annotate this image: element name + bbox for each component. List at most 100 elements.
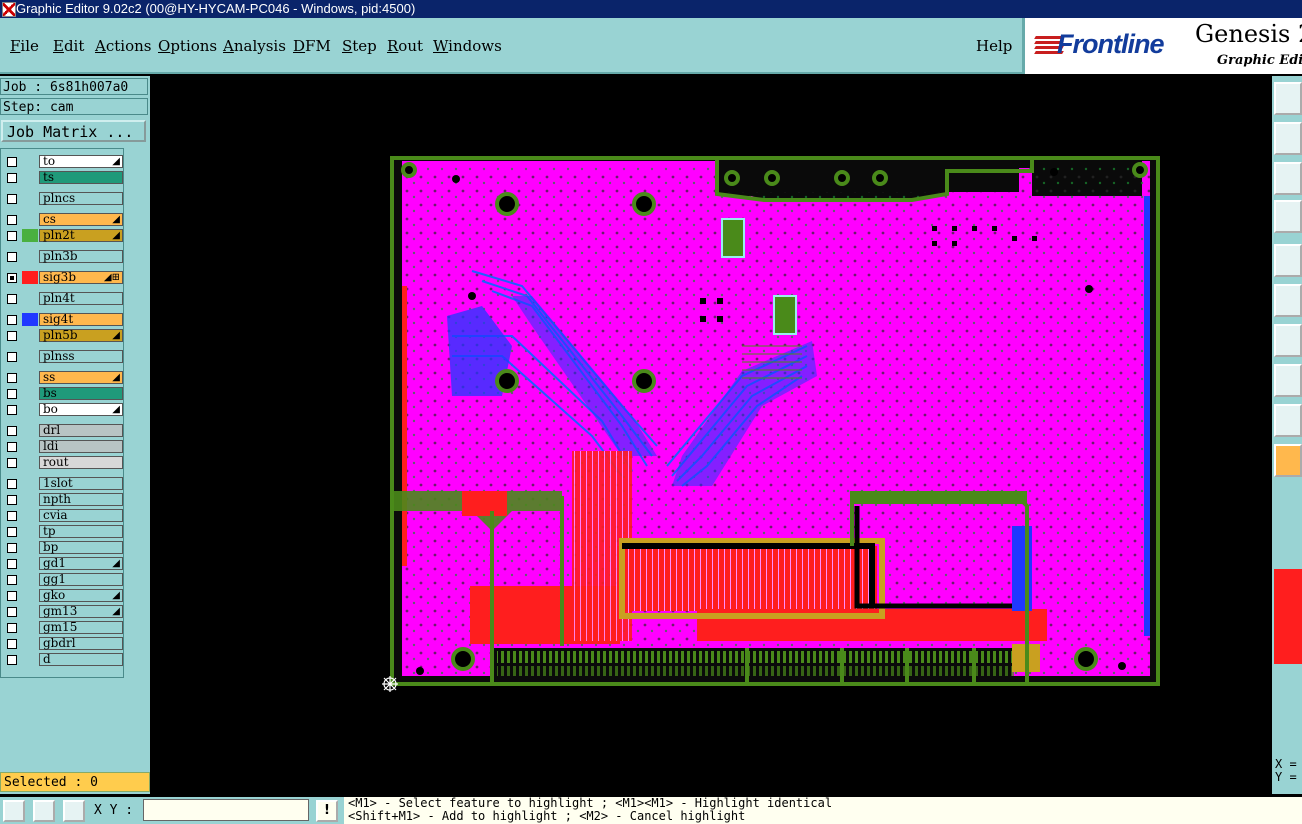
layer-checkbox[interactable] <box>7 405 17 415</box>
layer-name[interactable]: to ◢ <box>39 155 123 168</box>
layer-name[interactable]: 1slot <box>39 477 123 490</box>
layer-name[interactable]: gd1 ◢ <box>39 557 123 570</box>
layer-row-gm15[interactable]: gm15 <box>5 621 123 634</box>
layer-row-gm13[interactable]: gm13 ◢ <box>5 605 123 618</box>
layer-name[interactable]: gg1 <box>39 573 123 586</box>
layer-row-to[interactable]: to ◢ <box>5 155 123 168</box>
measure-angle-icon[interactable] <box>33 800 55 822</box>
layer-checkbox[interactable] <box>7 157 17 167</box>
menu-edit[interactable]: Edit <box>53 37 84 55</box>
tool-snap-icon[interactable] <box>1274 122 1302 155</box>
layer-checkbox[interactable] <box>7 426 17 436</box>
layer-color-swatch[interactable] <box>22 509 38 522</box>
tool-net-icon[interactable] <box>1274 284 1302 317</box>
layer-name[interactable]: drl <box>39 424 123 437</box>
layer-color-swatch[interactable] <box>22 329 38 342</box>
message-icon[interactable]: ! <box>316 800 338 822</box>
layer-checkbox[interactable] <box>7 527 17 537</box>
layer-name[interactable]: sig4t <box>39 313 123 326</box>
layer-row-rout[interactable]: rout <box>5 456 123 469</box>
layer-name[interactable]: sig3b ◢⊞ <box>39 271 123 284</box>
layer-checkbox[interactable] <box>7 575 17 585</box>
layer-checkbox[interactable] <box>7 495 17 505</box>
layer-row-pln3b[interactable]: pln3b <box>5 250 123 263</box>
layer-name[interactable]: ss ◢ <box>39 371 123 384</box>
layer-color-swatch[interactable] <box>22 621 38 634</box>
tool-drc-icon[interactable] <box>1274 324 1302 357</box>
layer-color-swatch[interactable] <box>22 387 38 400</box>
layer-name[interactable]: bp <box>39 541 123 554</box>
layer-checkbox[interactable] <box>7 479 17 489</box>
layer-checkbox[interactable] <box>7 639 17 649</box>
layer-row-plncs[interactable]: plncs <box>5 192 123 205</box>
layer-row-sig4t[interactable]: sig4t <box>5 313 123 326</box>
layer-row-cs[interactable]: cs ◢ <box>5 213 123 226</box>
layer-name[interactable]: npth <box>39 493 123 506</box>
layer-checkbox[interactable] <box>7 623 17 633</box>
layer-row-gbdrl[interactable]: gbdrl <box>5 637 123 650</box>
layer-checkbox[interactable] <box>7 559 17 569</box>
layer-color-swatch[interactable] <box>22 192 38 205</box>
menu-actions[interactable]: Actions <box>95 37 151 55</box>
layer-color-swatch[interactable] <box>22 350 38 363</box>
layer-color-swatch[interactable] <box>22 229 38 242</box>
layer-name[interactable]: bo ◢ <box>39 403 123 416</box>
layer-name[interactable]: pln3b <box>39 250 123 263</box>
layer-checkbox[interactable] <box>7 352 17 362</box>
layer-name[interactable]: gko ◢ <box>39 589 123 602</box>
layer-color-swatch[interactable] <box>22 637 38 650</box>
layer-checkbox[interactable] <box>7 331 17 341</box>
layer-checkbox[interactable] <box>7 442 17 452</box>
layer-color-swatch[interactable] <box>22 493 38 506</box>
graphic-canvas[interactable] <box>152 76 1272 794</box>
layer-color-swatch[interactable] <box>22 541 38 554</box>
layer-name[interactable]: gbdrl <box>39 637 123 650</box>
layer-color-swatch[interactable] <box>22 605 38 618</box>
layer-checkbox[interactable] <box>7 294 17 304</box>
layer-name[interactable]: gm13 ◢ <box>39 605 123 618</box>
layer-row-sig3b[interactable]: sig3b ◢⊞ <box>5 271 123 284</box>
layer-row-bp[interactable]: bp <box>5 541 123 554</box>
layer-checkbox[interactable] <box>7 194 17 204</box>
layer-row-gko[interactable]: gko ◢ <box>5 589 123 602</box>
tool-layer-icon[interactable] <box>1274 364 1302 397</box>
layer-row-bs[interactable]: bs <box>5 387 123 400</box>
menu-dfm[interactable]: DFM <box>293 37 331 55</box>
layer-color-swatch[interactable] <box>22 271 38 284</box>
layer-checkbox[interactable] <box>7 173 17 183</box>
job-matrix-button[interactable]: Job Matrix ... <box>1 120 146 142</box>
layer-row-pln4t[interactable]: pln4t <box>5 292 123 305</box>
menu-file[interactable]: File <box>10 37 39 55</box>
layer-checkbox[interactable] <box>7 252 17 262</box>
layer-color-swatch[interactable] <box>22 171 38 184</box>
layer-row-drl[interactable]: drl <box>5 424 123 437</box>
layer-color-swatch[interactable] <box>22 456 38 469</box>
layer-name[interactable]: rout <box>39 456 123 469</box>
layer-row-tp[interactable]: tp <box>5 525 123 538</box>
layer-color-swatch[interactable] <box>22 440 38 453</box>
layer-row-pln2t[interactable]: pln2t ◢ <box>5 229 123 242</box>
xy-input[interactable] <box>143 799 309 821</box>
layer-color-swatch[interactable] <box>22 653 38 666</box>
layer-row-pln5b[interactable]: pln5b ◢ <box>5 329 123 342</box>
layer-checkbox[interactable] <box>7 389 17 399</box>
layer-name[interactable]: ldi <box>39 440 123 453</box>
layer-row-1slot[interactable]: 1slot <box>5 477 123 490</box>
layer-name[interactable]: gm15 <box>39 621 123 634</box>
layer-checkbox[interactable] <box>7 655 17 665</box>
layer-name[interactable]: plnss <box>39 350 123 363</box>
tool-triangle-icon[interactable] <box>1274 404 1302 437</box>
tool-measure-icon[interactable] <box>1274 200 1302 233</box>
menu-rout[interactable]: Rout <box>387 37 423 55</box>
layer-row-gd1[interactable]: gd1 ◢ <box>5 557 123 570</box>
layer-row-ldi[interactable]: ldi <box>5 440 123 453</box>
layer-checkbox[interactable] <box>7 273 17 283</box>
layer-color-swatch[interactable] <box>22 250 38 263</box>
layer-color-swatch[interactable] <box>22 589 38 602</box>
layer-checkbox[interactable] <box>7 607 17 617</box>
layer-checkbox[interactable] <box>7 231 17 241</box>
layer-row-cvia[interactable]: cvia <box>5 509 123 522</box>
layer-checkbox[interactable] <box>7 373 17 383</box>
layer-name[interactable]: plncs <box>39 192 123 205</box>
layer-color-swatch[interactable] <box>22 213 38 226</box>
